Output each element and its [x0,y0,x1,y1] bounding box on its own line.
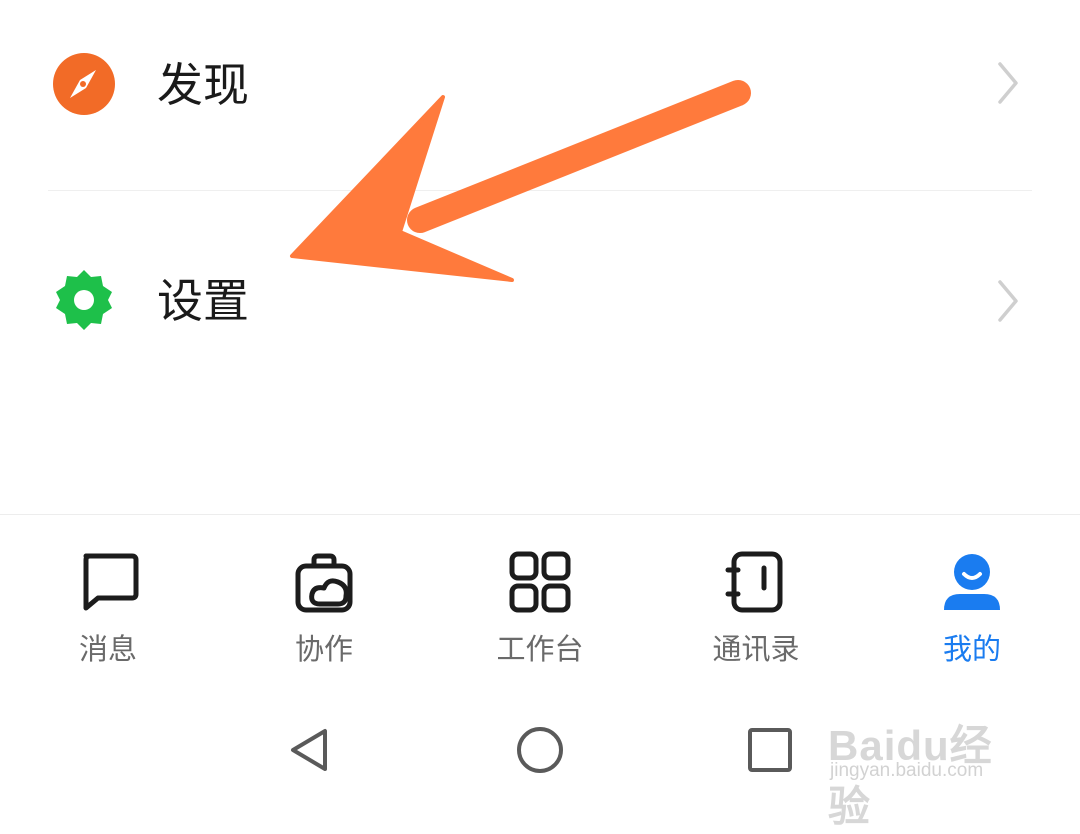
gear-icon [56,270,112,330]
compass-icon [53,53,115,115]
tab-me[interactable]: 我的 [872,540,1072,670]
message-icon [83,553,139,611]
tab-label: 消息 [78,632,137,666]
menu-item-label: 发现 [157,58,249,112]
tab-label: 协作 [294,632,353,666]
tab-collaboration[interactable]: 协作 [224,540,424,670]
tab-messages[interactable]: 消息 [8,540,208,670]
contacts-icon [725,551,783,613]
menu-divider [48,190,1032,191]
recents-icon[interactable] [745,725,795,775]
chevron-right-icon [998,62,1018,104]
tab-label: 我的 [942,632,1001,666]
watermark-url: jingyan.baidu.com [830,760,984,781]
profile-icon [944,554,1000,610]
tab-contacts[interactable]: 通讯录 [656,540,856,670]
back-icon[interactable] [285,725,335,775]
collaboration-icon [295,553,353,613]
baidu-jingyan-watermark: Baidu经验 jingyan.baidu.com [828,690,1028,830]
tabbar-divider [0,514,1080,515]
menu-item-discover[interactable]: 发现 [0,8,1080,158]
tab-label: 工作台 [496,632,584,666]
home-icon[interactable] [515,725,565,775]
tab-workbench[interactable]: 工作台 [440,540,640,670]
workbench-grid-icon [509,551,571,613]
menu-item-settings[interactable]: 设置 [0,226,1080,376]
tab-label: 通讯录 [712,632,800,666]
chevron-right-icon [998,280,1018,322]
menu-item-label: 设置 [157,274,249,328]
